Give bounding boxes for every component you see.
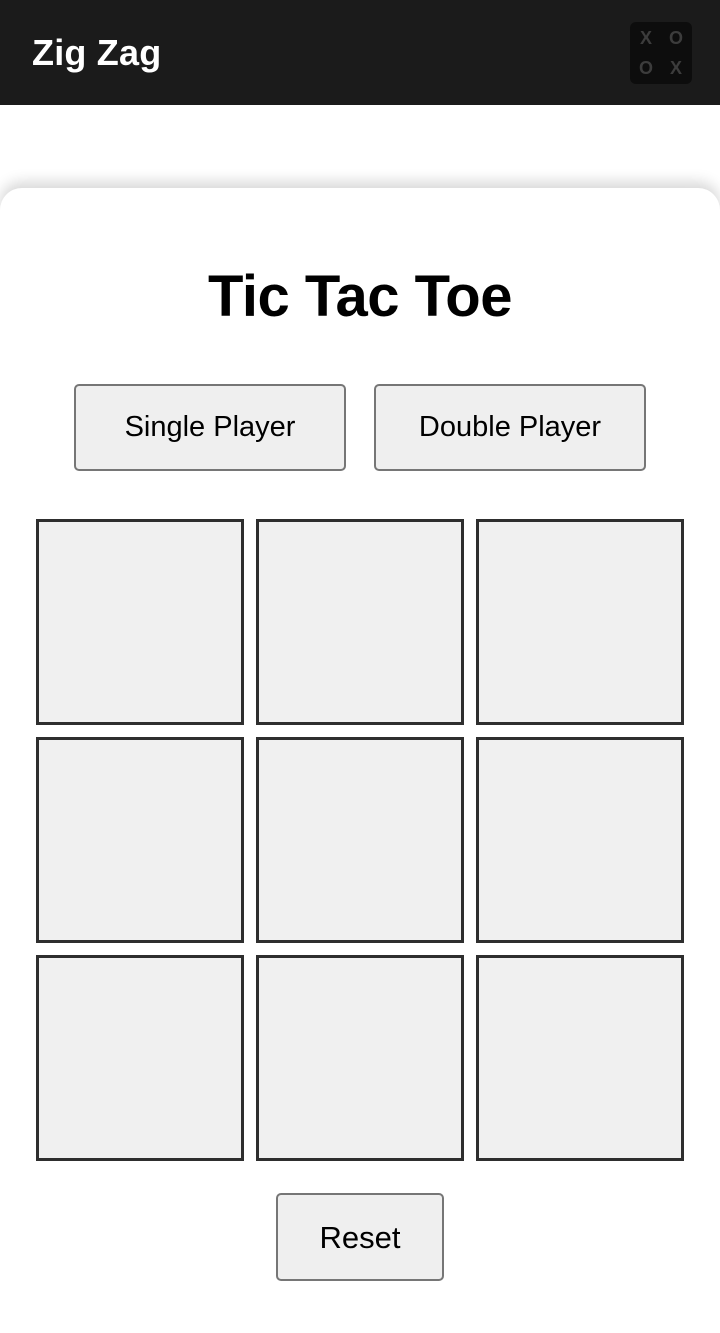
tic-tac-toe-logo-icon[interactable]: X O O X <box>630 21 692 84</box>
app-title: Zig Zag <box>32 31 162 73</box>
board-cell[interactable] <box>476 955 684 1161</box>
board-cell[interactable] <box>36 737 244 943</box>
app-bar: Zig Zag X O O X <box>0 0 720 105</box>
board-cell[interactable] <box>36 519 244 725</box>
double-player-button[interactable]: Double Player <box>374 384 646 471</box>
board-cell[interactable] <box>256 955 464 1161</box>
board-cell[interactable] <box>256 519 464 725</box>
logo-cell-o-bottom-left: O <box>632 53 660 82</box>
reset-button[interactable]: Reset <box>276 1193 444 1281</box>
mode-selector: Single Player Double Player <box>0 384 720 471</box>
board-cell[interactable] <box>476 519 684 725</box>
app-root: Zig Zag X O O X Tic Tac Toe Single Playe… <box>0 0 720 1333</box>
single-player-button[interactable]: Single Player <box>74 384 346 471</box>
logo-cell-x-bottom-right: X <box>662 53 690 82</box>
logo-cell-o-top-right: O <box>662 23 690 52</box>
game-board <box>36 519 684 1161</box>
logo-cell-x-top-left: X <box>632 23 660 52</box>
board-cell[interactable] <box>256 737 464 943</box>
board-cell[interactable] <box>36 955 244 1161</box>
reset-row: Reset <box>0 1193 720 1281</box>
game-card: Tic Tac Toe Single Player Double Player … <box>0 188 720 1333</box>
page-title: Tic Tac Toe <box>208 264 512 329</box>
board-cell[interactable] <box>476 737 684 943</box>
